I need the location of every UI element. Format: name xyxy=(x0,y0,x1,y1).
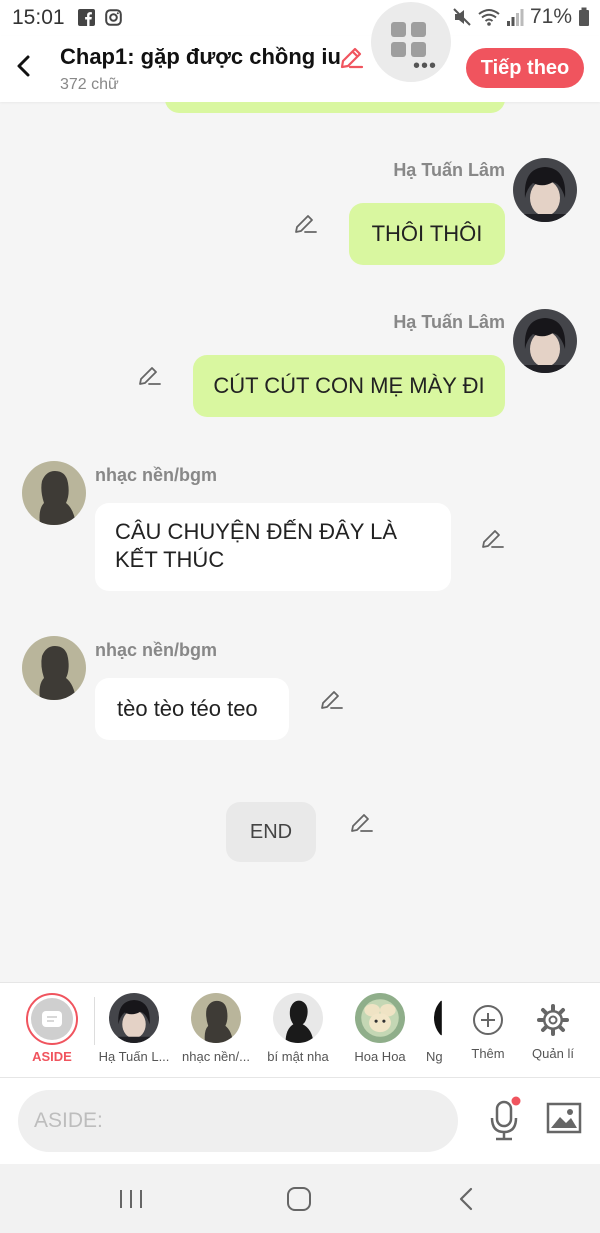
chat-bubble-icon xyxy=(42,1011,62,1027)
avatar-ha-tuan-lam[interactable] xyxy=(513,158,577,222)
grid-square xyxy=(391,42,406,57)
microphone-button[interactable] xyxy=(486,1096,522,1144)
message-bubble[interactable]: CÚT CÚT CON MẸ MÀY ĐI xyxy=(193,355,505,417)
avatar-ha-tuan-lam[interactable] xyxy=(513,309,577,373)
edit-pencil-icon[interactable] xyxy=(318,687,344,713)
character-avatar xyxy=(355,993,405,1043)
message-sender: Hạ Tuấn Lâm xyxy=(393,312,505,332)
manage-characters-button[interactable]: Quản lí xyxy=(509,993,597,1061)
mute-icon xyxy=(453,8,471,26)
signal-icon xyxy=(506,9,524,26)
character-name: bí mật nha xyxy=(267,1049,329,1064)
home-icon[interactable] xyxy=(284,1184,314,1214)
back-nav-icon[interactable] xyxy=(452,1184,482,1214)
wifi-icon xyxy=(478,9,500,26)
status-time: 15:01 xyxy=(12,6,65,29)
character-name: Hoa Hoa xyxy=(354,1049,406,1064)
character-avatar xyxy=(191,993,241,1043)
avatar-nhac-nen[interactable] xyxy=(22,461,86,525)
character-aside[interactable]: ASIDE xyxy=(8,993,96,1064)
grid-square xyxy=(411,22,426,37)
message-sender: nhạc nền/bgm xyxy=(95,465,218,485)
word-count: 372 chữ xyxy=(60,76,119,93)
message-bubble[interactable]: THÔI THÔI xyxy=(349,203,505,265)
message-bubble[interactable]: tèo tèo téo teo xyxy=(95,678,289,740)
character-avatar xyxy=(109,993,159,1043)
chapter-title[interactable]: Chap1: gặp được chồng iu xyxy=(60,44,341,70)
next-chapter-button[interactable]: Tiếp theo xyxy=(466,48,584,88)
grid-square xyxy=(391,22,406,37)
image-icon xyxy=(546,1102,582,1134)
back-arrow-icon[interactable] xyxy=(10,50,38,82)
character-ha-tuan-lam[interactable]: Hạ Tuấn L... xyxy=(90,993,178,1064)
character-nhac-nen[interactable]: nhạc nền/... xyxy=(172,993,260,1064)
status-indicators: 71% xyxy=(452,5,590,29)
edit-pencil-icon[interactable] xyxy=(292,211,318,237)
status-bar: 15:01 71% xyxy=(0,0,600,36)
instagram-icon xyxy=(105,9,122,26)
edit-pencil-icon[interactable] xyxy=(136,363,162,389)
character-name: Hạ Tuấn L... xyxy=(98,1049,170,1064)
chat-area: Hạ Tuấn Lâm THÔI THÔI Hạ Tuấn Lâm CÚT CÚ… xyxy=(0,102,600,982)
more-dots-icon: ••• xyxy=(413,55,438,77)
microphone-icon xyxy=(490,1096,521,1141)
edit-pencil-icon[interactable] xyxy=(348,810,374,836)
end-marker[interactable]: END xyxy=(226,802,316,862)
add-circle-icon xyxy=(473,1005,503,1035)
edit-pencil-icon[interactable] xyxy=(479,526,505,552)
character-selector-bar: ASIDE Hạ Tuấn L... nhạc nền/... bí mật n… xyxy=(0,982,600,1078)
facebook-icon xyxy=(78,9,95,26)
image-button[interactable] xyxy=(546,1102,582,1134)
recent-apps-icon[interactable] xyxy=(116,1184,146,1214)
edit-title-pencil-icon[interactable] xyxy=(338,45,364,71)
character-hoa-hoa[interactable]: Hoa Hoa xyxy=(336,993,424,1064)
message-input-row: ASIDE: xyxy=(0,1078,600,1164)
character-bi-mat-nha[interactable]: bí mật nha xyxy=(254,993,342,1064)
message-bubble[interactable]: CÂU CHUYỆN ĐẾN ĐÂY LÀ KẾT THÚC xyxy=(95,503,451,591)
floating-menu-button[interactable]: ••• xyxy=(371,2,451,82)
message-bubble-partial[interactable] xyxy=(165,102,505,113)
message-sender: nhạc nền/bgm xyxy=(95,640,218,660)
character-avatar xyxy=(273,993,323,1043)
battery-icon xyxy=(579,7,589,26)
message-input[interactable]: ASIDE: xyxy=(18,1090,458,1152)
character-name: ASIDE xyxy=(32,1049,72,1064)
gear-icon xyxy=(537,1004,569,1036)
avatar-nhac-nen[interactable] xyxy=(22,636,86,700)
system-nav-bar xyxy=(0,1164,600,1233)
message-sender: Hạ Tuấn Lâm xyxy=(393,160,505,180)
aside-avatar xyxy=(26,993,78,1045)
chapter-header: Chap1: gặp được chồng iu 372 chữ Tiếp th… xyxy=(0,36,600,102)
character-name: nhạc nền/... xyxy=(182,1049,250,1064)
manage-label: Quản lí xyxy=(532,1046,574,1061)
battery-percent: 71% xyxy=(529,5,572,28)
